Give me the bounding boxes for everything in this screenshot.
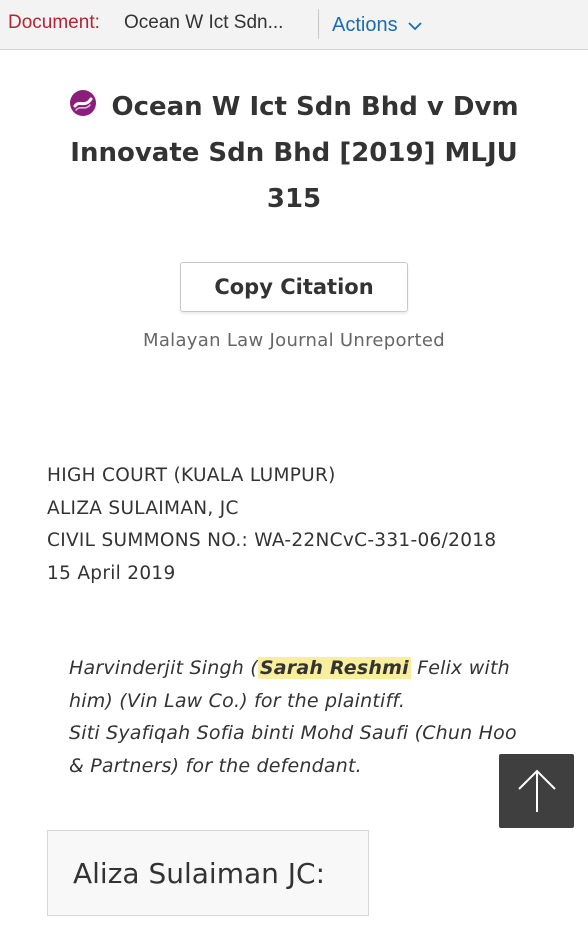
counsel-line-1: Harvinderjit Singh (Sarah Reshmi Felix w… [69,652,539,685]
copy-citation-button[interactable]: Copy Citation [180,262,408,312]
header-divider [318,9,319,39]
actions-menu-button[interactable]: Actions [332,14,422,37]
actions-label: Actions [332,14,398,36]
decision-date: 15 April 2019 [47,562,176,584]
chevron-down-icon [408,22,422,31]
court-info: HIGH COURT (KUALA LUMPUR) ALIZA SULAIMAN… [47,460,496,590]
counsel-text: Felix with [410,657,510,679]
case-title-line-2: Innovate Sdn Bhd [2019] MLJU [70,138,518,168]
search-highlight: Sarah Reshmi [257,657,411,679]
case-title-line-3: 315 [266,184,322,214]
publisher-logo-icon [70,90,97,116]
document-header-bar: Document: Ocean W Ict Sdn... Actions [0,0,588,50]
case-title: Ocean W Ict Sdn Bhd v Dvm Innovate Sdn B… [30,84,558,222]
summons-number: CIVIL SUMMONS NO.: WA-22NCvC-331-06/2018 [47,530,497,551]
counsel-line-2: him) (Vin Law Co.) for the plaintiff. [69,689,406,712]
case-title-text-1: Ocean W Ict Sdn Bhd v Dvm [111,92,519,122]
judgment-heading-box: Aliza Sulaiman JC: [47,830,369,916]
counsel-text: Harvinderjit Singh ( [69,657,258,679]
court-name: HIGH COURT (KUALA LUMPUR) [47,465,336,486]
document-title[interactable]: Ocean W Ict Sdn... [124,12,283,34]
judgment-heading: Aliza Sulaiman JC: [73,857,326,890]
counsel-line-4: & Partners) for the defendant. [69,754,362,777]
publication-name: Malayan Law Journal Unreported [143,330,445,351]
scroll-to-top-button[interactable] [499,754,574,828]
judge-name: ALIZA SULAIMAN, JC [47,497,239,519]
counsel-block: Harvinderjit Singh (Sarah Reshmi Felix w… [69,652,539,782]
counsel-line-3: Siti Syafiqah Sofia binti Mohd Saufi (Ch… [69,722,517,744]
document-label: Document: [8,12,100,33]
case-title-line-1: Ocean W Ict Sdn Bhd v Dvm [30,84,558,130]
arrow-up-icon [518,769,556,812]
